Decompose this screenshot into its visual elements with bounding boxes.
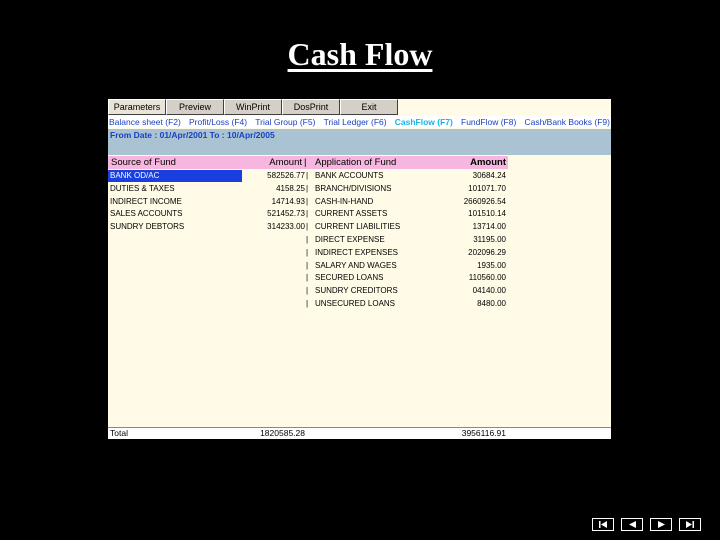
tab-balance-sheet[interactable]: Balance sheet (F2) [108,116,182,128]
tab-trial-group[interactable]: Trial Group (F5) [254,116,316,128]
preview-button[interactable]: Preview [166,99,224,115]
application-amount-cell: 202096.29 [468,247,506,257]
table-row[interactable]: INDIRECT INCOME 14714.93 | CASH-IN-HAND 2660… [108,196,611,209]
table-row[interactable]: BANK OD/AC 582526.77 | BANK ACCOUNTS 30684.2… [108,170,611,183]
total-amount-2: 3956116.91 [461,428,506,438]
source-amount-cell: 521452.73 [267,209,305,219]
total-row: Total 1820585.28 3956116.91 [108,427,611,439]
date-range-bar: From Date : 01/Apr/2001 To : 10/Apr/2005 [108,129,611,155]
application-amount-cell: 2660926.54 [463,196,506,206]
report-window: Parameters Preview WinPrint DosPrint Exi… [108,99,611,439]
table-row[interactable]: SALES ACCOUNTS 521452.73 | CURRENT ASSETS 10… [108,208,611,221]
application-of-fund-cell: SALARY AND WAGES [315,260,397,270]
table-row[interactable]: | SECURED LOANS 110560.00 [108,272,611,285]
header-source-of-fund: Source of Fund [111,157,176,168]
slide-title: Cash Flow [0,36,720,73]
column-separator: | [305,234,309,244]
date-range-text: From Date : 01/Apr/2001 To : 10/Apr/2005 [110,130,275,140]
source-of-fund-cell: BANK OD/AC [110,171,160,180]
application-amount-cell: 101510.14 [468,209,506,219]
table-row[interactable]: | INDIRECT EXPENSES 202096.29 [108,247,611,260]
previous-slide-icon [629,521,636,528]
first-slide-button[interactable] [592,518,614,531]
dosprint-button[interactable]: DosPrint [282,99,340,115]
application-of-fund-cell: BANK ACCOUNTS [315,171,384,180]
total-amount: 1820585.28 [260,428,305,438]
application-amount-cell: 30684.24 [472,171,506,180]
table-row[interactable]: DUTIES & TAXES 4158.25 | BRANCH/DIVISIONS 10… [108,183,611,196]
tab-fund-flow[interactable]: FundFlow (F8) [460,116,517,128]
source-of-fund-cell: SALES ACCOUNTS [110,209,183,219]
total-label: Total [110,428,128,438]
table-row[interactable]: | UNSECURED LOANS 8480.00 [108,298,611,311]
application-amount-cell: 8480.00 [477,298,506,308]
application-amount-cell: 31195.00 [473,234,506,244]
source-amount-cell: 14714.93 [271,196,305,206]
column-separator: | [305,196,309,206]
header-amount: Amount [269,157,302,168]
header-application-of-fund: Application of Fund [315,157,397,168]
application-of-fund-cell: CURRENT ASSETS [315,209,388,219]
column-separator: | [305,222,309,232]
application-of-fund-cell: DIRECT EXPENSE [315,234,385,244]
tab-cash-bank-books[interactable]: Cash/Bank Books (F9) [523,116,611,128]
source-amount-cell: 4158.25 [276,183,305,193]
header-separator: | [304,157,307,168]
tab-trial-ledger[interactable]: Trial Ledger (F6) [323,116,388,128]
tab-profit-loss[interactable]: Profit/Loss (F4) [188,116,248,128]
column-separator: | [305,298,309,308]
toolbar: Parameters Preview WinPrint DosPrint Exi… [108,99,398,115]
application-of-fund-cell: BRANCH/DIVISIONS [315,183,392,193]
application-amount-cell: 13714.00 [472,222,506,232]
table-row[interactable]: | SUNDRY CREDITORS 04140.00 [108,285,611,298]
tab-cash-flow[interactable]: CashFlow (F7) [394,116,454,128]
application-of-fund-cell: INDIRECT EXPENSES [315,247,398,257]
application-of-fund-cell: SUNDRY CREDITORS [315,286,398,296]
application-amount-cell: 110560.00 [468,273,506,283]
source-of-fund-cell: DUTIES & TAXES [110,183,175,193]
source-of-fund-cell: SUNDRY DEBTORS [110,222,185,232]
first-slide-icon [599,521,607,528]
column-separator: | [305,273,309,283]
table-row[interactable]: SUNDRY DEBTORS 314233.00 | CURRENT LIABILIT… [108,221,611,234]
slide-title-text: Cash Flow [287,36,433,72]
column-separator: | [305,209,309,219]
application-of-fund-cell: SECURED LOANS [315,273,384,283]
table-header: Source of Fund Amount | Application of F… [108,156,508,169]
parameters-button[interactable]: Parameters [108,99,166,115]
application-amount-cell: 101071.70 [468,183,506,193]
column-separator: | [305,171,309,180]
source-amount-cell: 582526.77 [267,171,305,180]
table-row[interactable]: | SALARY AND WAGES 1935.00 [108,260,611,273]
application-amount-cell: 1935.00 [477,260,506,270]
source-amount-cell: 314233.00 [267,222,305,232]
next-slide-icon [658,521,665,528]
column-separator: | [305,247,309,257]
column-separator: | [305,183,309,193]
previous-slide-button[interactable] [621,518,643,531]
cash-flow-table: BANK OD/AC 582526.77 | BANK ACCOUNTS 30684.2… [108,170,611,311]
table-row[interactable]: | DIRECT EXPENSE 31195.00 [108,234,611,247]
application-of-fund-cell: UNSECURED LOANS [315,298,396,308]
application-of-fund-cell: CASH-IN-HAND [315,196,374,206]
winprint-button[interactable]: WinPrint [224,99,282,115]
application-amount-cell: 04140.00 [472,286,506,296]
next-slide-button[interactable] [650,518,672,531]
column-separator: | [305,260,309,270]
application-of-fund-cell: CURRENT LIABILITIES [315,222,401,232]
column-separator: | [305,286,309,296]
report-tabs: Balance sheet (F2) Profit/Loss (F4) Tria… [108,116,611,128]
last-slide-icon [686,521,694,528]
last-slide-button[interactable] [679,518,701,531]
source-of-fund-cell: INDIRECT INCOME [110,196,182,206]
header-amount-2: Amount [470,157,506,168]
exit-button[interactable]: Exit [340,99,398,115]
